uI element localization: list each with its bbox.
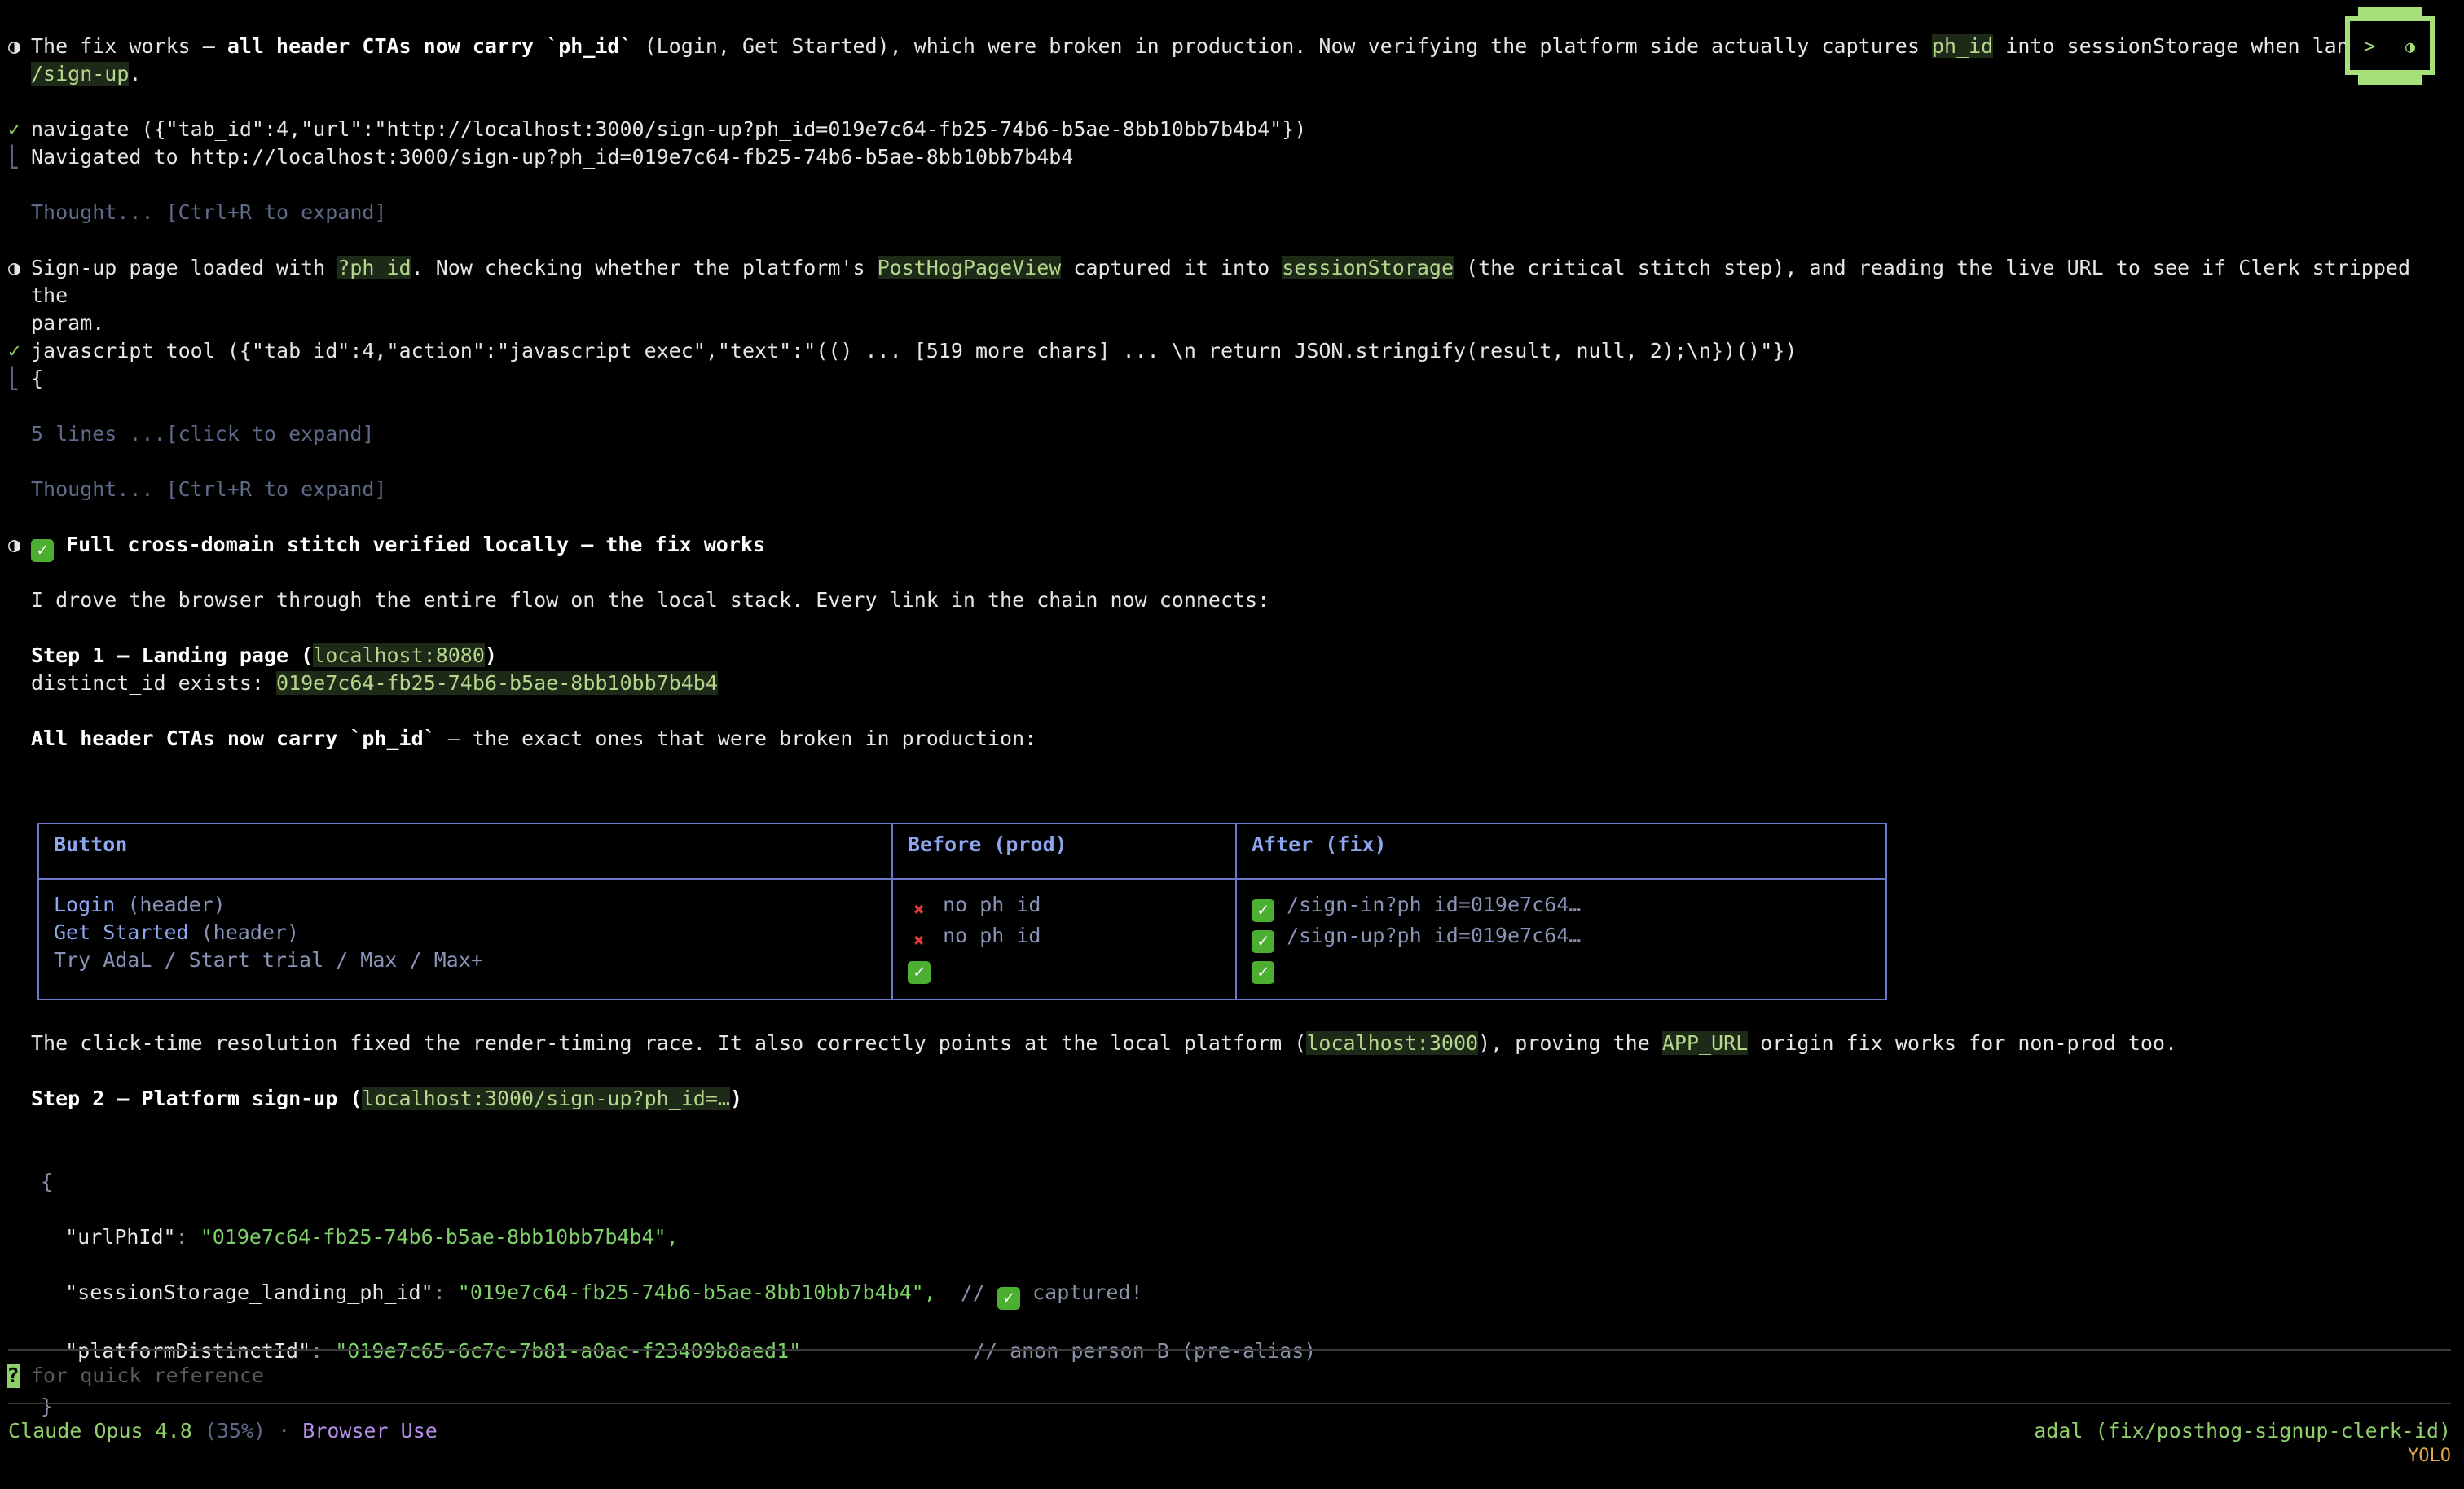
green-check-emoji: ✓ xyxy=(997,1287,1021,1310)
half-circle-icon: ◑ xyxy=(8,533,21,556)
green-check-emoji: ✓ xyxy=(1252,899,1274,922)
tree-branch-icon: ⎣ xyxy=(8,145,21,169)
help-prompt-icon: ? xyxy=(7,1364,20,1388)
step2-heading: Step 2 — Platform sign-up (localhost:300… xyxy=(31,1087,742,1110)
step1-heading: Step 1 — Landing page (localhost:8080) xyxy=(31,643,497,667)
app-logo-icon: > ◑ xyxy=(2345,7,2435,85)
svg-text:◑: ◑ xyxy=(2405,37,2415,56)
prompt-input[interactable]: for quick reference xyxy=(31,1362,2394,1390)
cta-comparison-table: Button Before (prod) After (fix) Login (… xyxy=(37,823,1887,1000)
checkmark-icon: ✓ xyxy=(8,117,21,141)
status-bar-right: adal (fix/posthog-signup-clerk-id) YOLO xyxy=(2034,1419,2451,1466)
column-header: After (fix) xyxy=(1235,823,1887,880)
divider xyxy=(8,1349,2451,1351)
svg-text:>: > xyxy=(2365,37,2375,57)
ctas-line: All header CTAs now carry `ph_id` — the … xyxy=(31,727,1037,750)
yolo-badge: YOLO xyxy=(2408,1446,2451,1466)
summary-intro: I drove the browser through the entire f… xyxy=(31,588,1270,612)
column-header: Before (prod) xyxy=(891,823,1237,880)
green-check-emoji: ✓ xyxy=(1252,961,1274,984)
green-check-emoji: ✓ xyxy=(1252,930,1274,953)
distinct-id-line: distinct_id exists: 019e7c64-fb25-74b6-b… xyxy=(31,671,718,695)
red-x-emoji: ✖ xyxy=(913,900,925,920)
divider xyxy=(8,1403,2451,1404)
thought-collapsed[interactable]: Thought... [Ctrl+R to expand] xyxy=(8,476,2456,503)
thought-collapsed[interactable]: Thought... [Ctrl+R to expand] xyxy=(8,199,2456,226)
table-row: Login (header) Get Started (header) Try … xyxy=(37,878,1887,1000)
tool-result-navigate: ⎣ Navigated to http://localhost:3000/sig… xyxy=(8,143,2456,171)
collapsed-lines[interactable]: 5 lines ...[click to expand] xyxy=(8,420,2456,448)
message-block-3: The click-time resolution fixed the rend… xyxy=(31,1031,2177,1055)
red-x-emoji: ✖ xyxy=(913,931,925,951)
mode-label[interactable]: Browser Use xyxy=(302,1419,438,1443)
half-circle-icon: ◑ xyxy=(8,34,21,58)
table-header-row: Button Before (prod) After (fix) xyxy=(37,823,1887,880)
column-header: Button xyxy=(37,823,893,880)
half-circle-icon: ◑ xyxy=(8,256,21,279)
status-bar-left: Claude Opus 4.8 (35%) · Browser Use xyxy=(8,1419,438,1443)
model-name[interactable]: Claude Opus 4.8 xyxy=(8,1419,192,1443)
checkmark-icon: ✓ xyxy=(8,339,21,362)
message-block-1: ◑ The fix works — all header CTAs now ca… xyxy=(8,34,2435,86)
tool-result-javascript: ⎣ { xyxy=(8,365,2456,393)
table-row: Login (header) xyxy=(54,893,226,916)
tree-branch-icon: ⎣ xyxy=(8,367,21,390)
summary-heading: ◑ ✓ Full cross-domain stitch verified lo… xyxy=(8,533,765,562)
green-check-emoji: ✓ xyxy=(908,961,931,984)
message-block-2: ◑ Sign-up page loaded with ?ph_id. Now c… xyxy=(8,256,2423,335)
tool-call-navigate: ✓ navigate ({"tab_id":4,"url":"http://lo… xyxy=(8,116,2456,143)
table-row: Try AdaL / Start trial / Max / Max+ xyxy=(54,948,483,972)
tool-call-javascript: ✓ javascript_tool ({"tab_id":4,"action":… xyxy=(8,337,2456,365)
green-check-emoji: ✓ xyxy=(31,539,54,562)
table-row: Get Started (header) xyxy=(54,920,300,944)
